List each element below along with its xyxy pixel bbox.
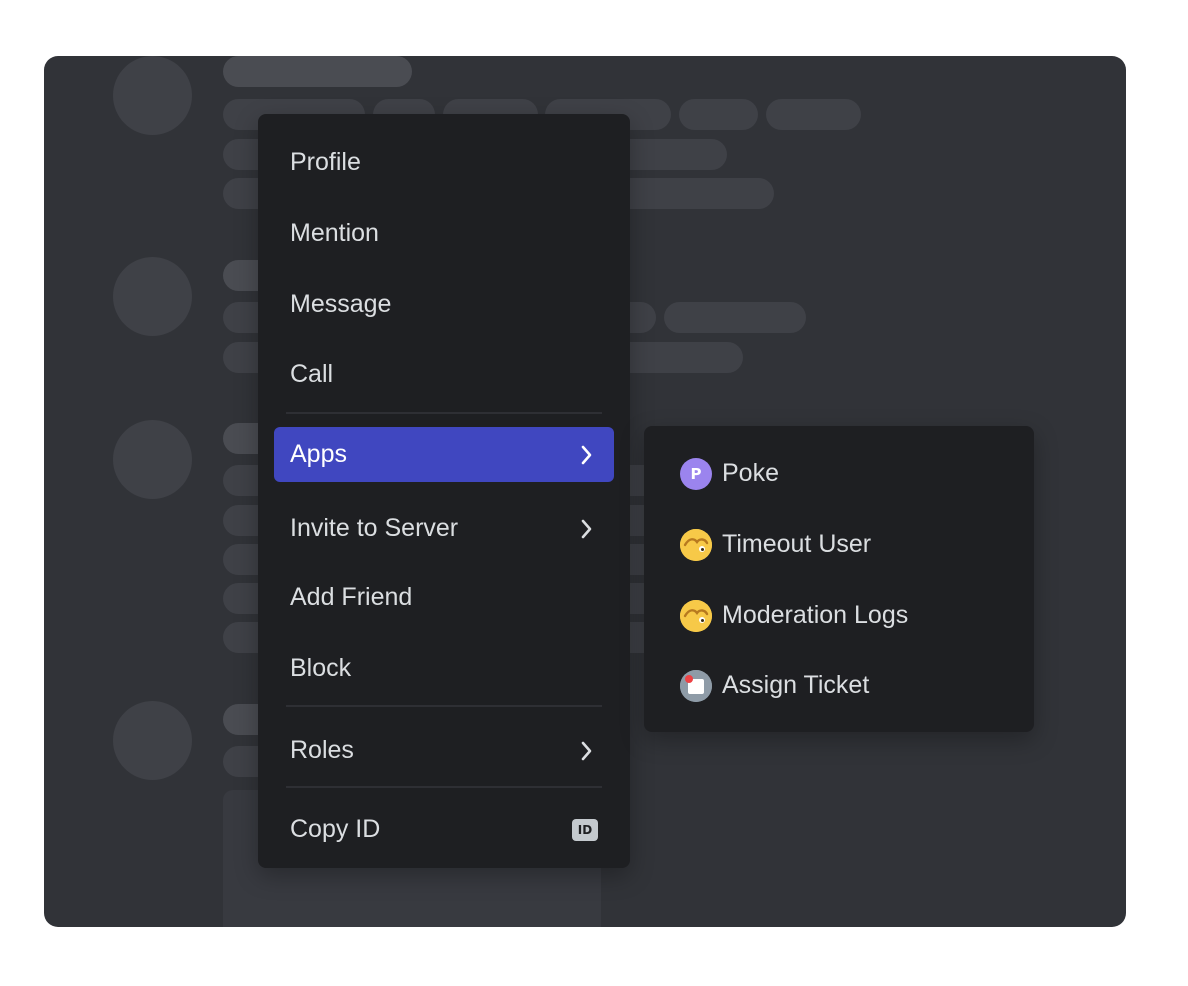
menu-item-call[interactable]: Call: [274, 347, 614, 402]
text-placeholder: [664, 302, 806, 333]
text-placeholder: [766, 99, 861, 130]
menu-item-label: Message: [290, 290, 392, 318]
chevron-right-icon: [576, 518, 598, 540]
submenu-item-label: Poke: [722, 459, 779, 487]
menu-item-add-friend[interactable]: Add Friend: [274, 570, 614, 625]
menu-item-profile[interactable]: Profile: [274, 135, 614, 190]
apps-submenu: P Poke Timeout User Moderation Logs Assi…: [644, 426, 1034, 732]
chevron-right-icon: [576, 444, 598, 466]
id-badge-icon: ID: [572, 818, 598, 841]
timeout-app-icon: [680, 528, 712, 561]
submenu-item-moderation-logs[interactable]: Moderation Logs: [664, 588, 1014, 643]
submenu-item-label: Timeout User: [722, 530, 872, 558]
ticket-app-icon: [680, 669, 712, 702]
menu-item-mention[interactable]: Mention: [274, 206, 614, 261]
menu-separator: [286, 705, 602, 707]
avatar-placeholder: [113, 420, 192, 499]
menu-item-label: Mention: [290, 219, 379, 247]
menu-item-block[interactable]: Block: [274, 641, 614, 696]
submenu-item-label: Moderation Logs: [722, 601, 909, 629]
menu-item-label: Roles: [290, 736, 354, 764]
submenu-item-label: Assign Ticket: [722, 671, 870, 699]
username-placeholder: [223, 56, 412, 87]
moderation-app-icon: [680, 599, 712, 632]
avatar-placeholder: [113, 56, 192, 135]
user-context-menu: Profile Mention Message Call Apps Invite…: [258, 114, 630, 868]
menu-item-invite-to-server[interactable]: Invite to Server: [274, 501, 614, 556]
menu-item-label: Invite to Server: [290, 514, 459, 542]
menu-item-copy-id[interactable]: Copy ID ID: [274, 802, 614, 857]
text-placeholder: [679, 99, 758, 130]
menu-separator: [286, 412, 602, 414]
menu-item-label: Call: [290, 360, 334, 388]
menu-item-label: Copy ID: [290, 815, 381, 843]
menu-separator: [286, 786, 602, 788]
menu-item-roles[interactable]: Roles: [274, 723, 614, 778]
menu-item-label: Apps: [290, 440, 347, 468]
menu-item-apps[interactable]: Apps: [274, 427, 614, 482]
menu-item-message[interactable]: Message: [274, 277, 614, 332]
chevron-right-icon: [576, 740, 598, 762]
avatar-placeholder: [113, 701, 192, 780]
menu-item-label: Add Friend: [290, 583, 413, 611]
avatar-placeholder: [113, 257, 192, 336]
submenu-item-poke[interactable]: P Poke: [664, 446, 1014, 501]
menu-item-label: Block: [290, 654, 352, 682]
submenu-item-timeout-user[interactable]: Timeout User: [664, 517, 1014, 572]
poke-app-icon: P: [680, 457, 712, 490]
submenu-item-assign-ticket[interactable]: Assign Ticket: [664, 658, 1014, 713]
menu-item-label: Profile: [290, 148, 361, 176]
